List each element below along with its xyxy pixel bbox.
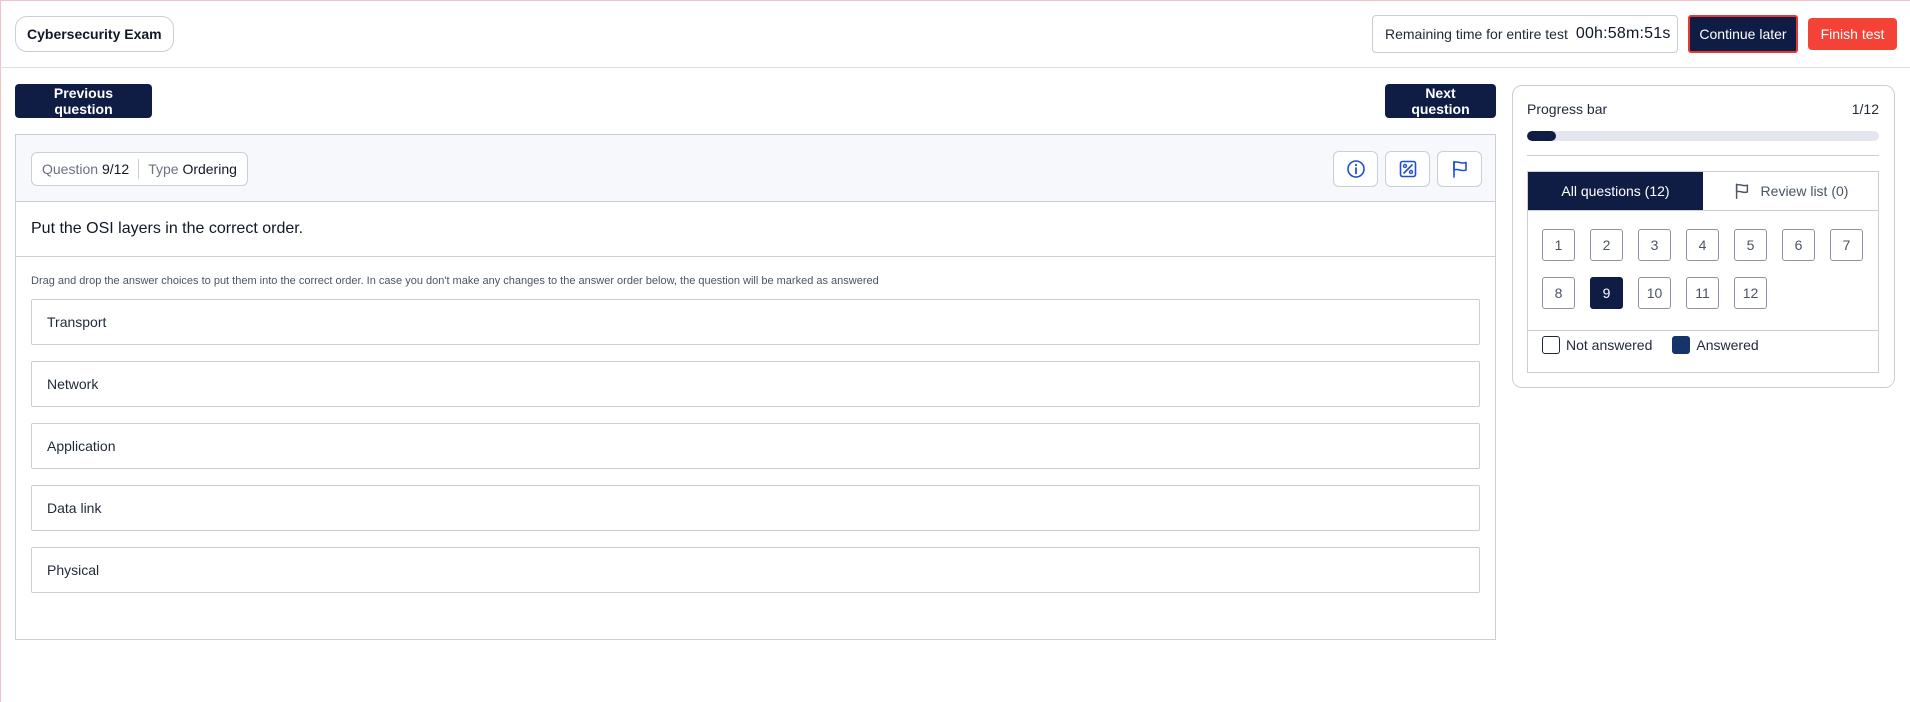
- question-number-button[interactable]: 7: [1830, 229, 1863, 261]
- timer-value: 00h:58m:51s: [1575, 25, 1671, 42]
- question-navigator: All questions (12) Review list (0) 12345…: [1527, 171, 1879, 373]
- legend-not-answered: Not answered: [1542, 336, 1652, 354]
- image-button[interactable]: [1385, 151, 1430, 187]
- legend-not-answered-label: Not answered: [1566, 337, 1653, 353]
- info-icon: [1346, 160, 1365, 178]
- progress-count: 1/12: [1851, 101, 1879, 117]
- question-type-value: Ordering: [182, 161, 237, 177]
- tab-all-questions-label: All questions (12): [1561, 183, 1670, 199]
- not-answered-swatch: [1542, 336, 1560, 354]
- question-number-button[interactable]: 1: [1542, 229, 1575, 261]
- question-meta: Question 9/12 Type Ordering: [31, 152, 248, 186]
- legend-answered-label: Answered: [1696, 337, 1759, 353]
- tab-all-questions[interactable]: All questions (12): [1528, 172, 1703, 210]
- tab-review-list-label: Review list (0): [1760, 183, 1849, 199]
- answer-choice[interactable]: Physical: [31, 547, 1480, 593]
- legend-answered: Answered: [1672, 336, 1759, 354]
- exam-title: Cybersecurity Exam: [15, 16, 174, 52]
- question-number-button[interactable]: 8: [1542, 277, 1575, 309]
- answer-choice[interactable]: Application: [31, 423, 1480, 469]
- question-number-button[interactable]: 12: [1734, 277, 1767, 309]
- answered-swatch: [1672, 336, 1691, 354]
- progress-panel: Progress bar 1/12 All questions (12) Rev…: [1512, 85, 1895, 388]
- legend-divider: [1528, 330, 1878, 331]
- flag-icon: [1735, 183, 1748, 199]
- question-number-button[interactable]: 4: [1686, 229, 1719, 261]
- question-text: Put the OSI layers in the correct order.: [16, 202, 1495, 257]
- divider: [1527, 155, 1879, 156]
- question-type-label: Type: [148, 161, 179, 177]
- answer-choice[interactable]: Transport: [31, 299, 1480, 345]
- navigator-tabs: All questions (12) Review list (0): [1528, 172, 1878, 211]
- question-number-button[interactable]: 6: [1782, 229, 1815, 261]
- question-number-value: 9/12: [101, 161, 130, 177]
- info-button[interactable]: [1333, 151, 1378, 187]
- meta-divider: [138, 159, 140, 179]
- flag-button[interactable]: [1437, 151, 1482, 187]
- progress-label: Progress bar: [1527, 101, 1608, 117]
- continue-later-button[interactable]: Continue later: [1688, 15, 1798, 53]
- top-header: Cybersecurity Exam Remaining time for en…: [0, 0, 1910, 68]
- question-number-button[interactable]: 2: [1590, 229, 1623, 261]
- question-panel: Question 9/12 Type Ordering Put the OSI …: [15, 134, 1496, 640]
- question-number-button[interactable]: 9: [1590, 277, 1623, 309]
- status-legend: Not answered Answered: [1542, 336, 1775, 354]
- question-header: Question 9/12 Type Ordering: [16, 135, 1495, 202]
- tab-review-list[interactable]: Review list (0): [1703, 172, 1878, 210]
- progress-fill: [1527, 131, 1557, 141]
- finish-test-button[interactable]: Finish test: [1808, 18, 1897, 50]
- question-number-button[interactable]: 11: [1686, 277, 1719, 309]
- image-icon: [1399, 160, 1416, 178]
- question-number-button[interactable]: 10: [1638, 277, 1671, 309]
- timer-box: Remaining time for entire test 00h:58m:5…: [1372, 15, 1678, 53]
- question-number-button[interactable]: 3: [1638, 229, 1671, 261]
- answer-choice[interactable]: Data link: [31, 485, 1480, 531]
- timer-label: Remaining time for entire test: [1385, 26, 1568, 42]
- question-number-button[interactable]: 5: [1734, 229, 1767, 261]
- question-instructions: Drag and drop the answer choices to put …: [31, 275, 879, 287]
- next-question-button[interactable]: Next question: [1385, 84, 1496, 118]
- previous-question-button[interactable]: Previous question: [15, 84, 152, 118]
- question-number-label: Question: [42, 161, 99, 177]
- flag-icon: [1452, 160, 1467, 178]
- progress-track: [1527, 131, 1879, 141]
- answer-choice[interactable]: Network: [31, 361, 1480, 407]
